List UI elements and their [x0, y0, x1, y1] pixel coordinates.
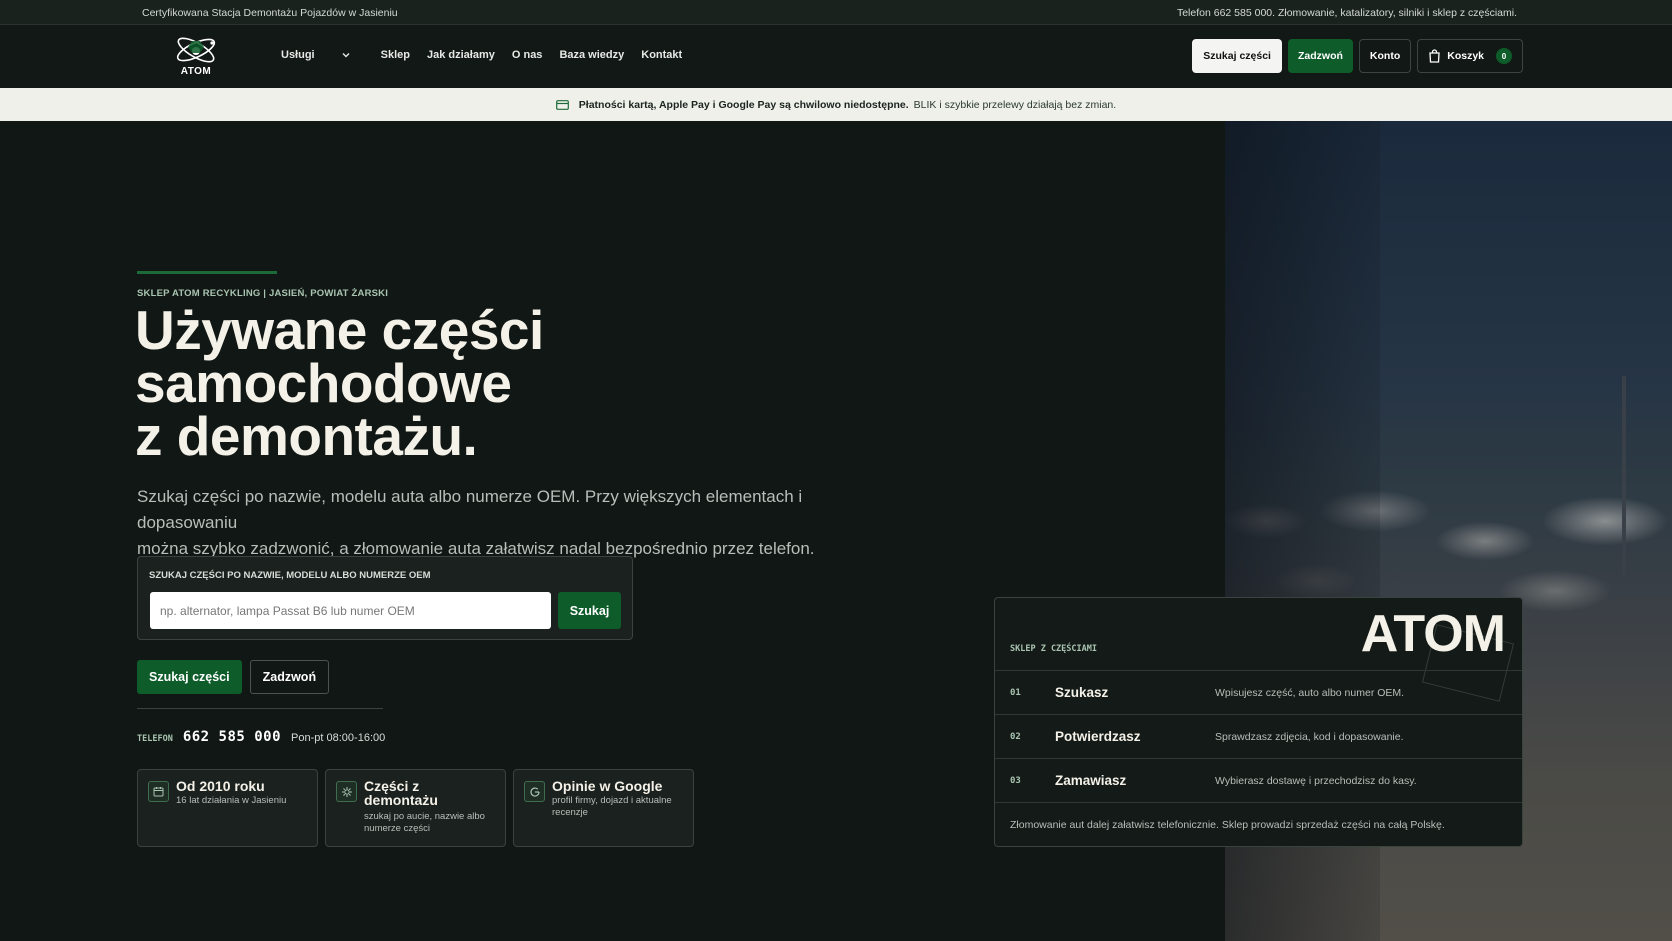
nav-call-button[interactable]: Zadzwoń [1287, 39, 1353, 73]
feature-title-line: Części z [364, 778, 420, 794]
notice-rest: BLIK i szybkie przelewy działają bez zmi… [913, 98, 1117, 111]
search-label: SZUKAJ CZĘŚCI PO NAZWIE, MODELU ALBO NUM… [149, 570, 431, 581]
chevron-down-icon [342, 53, 350, 58]
step-title: Potwierdzasz [1055, 729, 1141, 744]
step-number: 01 [1010, 688, 1021, 698]
feature-sub-line: numerze części [364, 823, 430, 834]
search-parts-button[interactable]: Szukaj części [137, 660, 242, 694]
hero-eyebrow: SKLEP ATOM RECYKLING | JASIEŃ, POWIAT ŻA… [137, 288, 389, 299]
parts-search-input[interactable] [150, 592, 551, 629]
nav-search-parts-button[interactable]: Szukaj części [1192, 39, 1282, 73]
card-footer-text: Złomowanie aut dalej załatwisz telefonic… [1010, 819, 1445, 831]
payment-notice: Płatności kartą, Apple Pay i Google Pay … [0, 88, 1672, 121]
steps-list: 01 Szukasz Wpisujesz część, auto albo nu… [995, 670, 1522, 802]
notice-bold: Płatności kartą, Apple Pay i Google Pay … [578, 98, 909, 111]
step-number: 03 [1010, 776, 1021, 786]
hero-title-line: Używane części [135, 299, 544, 361]
feature-subtitle: profil firmy, dojazd i aktualne recenzje [552, 795, 687, 819]
logo[interactable]: ATOM [170, 33, 222, 79]
card-label: SKLEP Z CZĘŚCIAMI [1010, 644, 1097, 654]
atom-logo-icon [176, 37, 216, 63]
nav-link-label: Usługi [281, 49, 315, 61]
feature-title-line: Od 2010 roku [176, 778, 265, 794]
feature-title: Części z demontażu [364, 779, 499, 807]
calendar-icon [148, 781, 169, 802]
step-description: Wpisujesz część, auto albo numer OEM. [1215, 687, 1405, 699]
top-info-left: Certyfikowana Stacja Demontażu Pojazdów … [142, 7, 398, 19]
hero-title-line: z demontażu. [135, 405, 478, 467]
nav-link-kontakt[interactable]: Kontakt [641, 49, 682, 61]
feature-sub-line: 16 lat działania w Jasieniu [176, 795, 287, 806]
feature-sub-line: recenzje [552, 807, 588, 818]
call-button[interactable]: Zadzwoń [249, 660, 330, 694]
step-description: Wybierasz dostawę i przechodzisz do kasy… [1215, 775, 1417, 787]
feature-card-google-reviews[interactable]: Opinie w Google profil firmy, dojazd i a… [513, 769, 694, 847]
feature-title-line: demontażu [364, 792, 438, 808]
parts-search-box: SZUKAJ CZĘŚCI PO NAZWIE, MODELU ALBO NUM… [137, 556, 633, 640]
step-item: 01 Szukasz Wpisujesz część, auto albo nu… [995, 670, 1522, 714]
hero-cta-row: Szukaj części Zadzwoń [137, 660, 337, 694]
logo-text: ATOM [180, 66, 212, 77]
google-icon [524, 781, 545, 802]
phone-row: TELEFON 662 585 000 Pon-pt 08:00-16:00 [137, 729, 385, 745]
parts-search-button[interactable]: Szukaj [558, 592, 621, 629]
feature-title: Od 2010 roku [176, 779, 311, 793]
card-footer: Złomowanie aut dalej załatwisz telefonic… [995, 802, 1522, 846]
feature-title: Opinie w Google [552, 779, 687, 793]
shop-steps-card: SKLEP Z CZĘŚCIAMI ATOM 01 Szukasz Wpisuj… [994, 597, 1523, 847]
accent-line [137, 271, 277, 274]
top-info-bar: Certyfikowana Stacja Demontażu Pojazdów … [0, 0, 1672, 25]
feature-card-since-2010: Od 2010 roku 16 lat działania w Jasieniu [137, 769, 318, 847]
feature-title-line: Opinie w Google [552, 778, 663, 794]
phone-number[interactable]: 662 585 000 [183, 729, 281, 745]
nav-cart-button[interactable]: Koszyk 0 [1417, 39, 1523, 73]
hero-title-line: samochodowe [135, 352, 512, 414]
hero-title: Używane części samochodowe z demontażu. [135, 299, 835, 467]
step-number: 02 [1010, 732, 1021, 742]
nav-links: Usługi Sklep Jak działamy O nas Baza wie… [281, 49, 699, 61]
feature-subtitle: szukaj po aucie, nazwie albo numerze czę… [364, 811, 499, 835]
nav-link-sklep[interactable]: Sklep [381, 49, 410, 61]
hero-divider [137, 708, 383, 709]
nav-account-button[interactable]: Konto [1358, 39, 1412, 73]
hero-description: Szukaj części po nazwie, modelu auta alb… [137, 484, 907, 562]
shopping-bag-icon [1429, 49, 1440, 63]
feature-sub-line: profil firmy, dojazd i aktualne [552, 795, 672, 806]
top-info-right: Telefon 662 585 000. Złomowanie, kataliz… [1176, 7, 1517, 19]
phone-label: TELEFON [137, 734, 173, 744]
feature-cards: Od 2010 roku 16 lat działania w Jasieniu… [137, 769, 701, 847]
feature-subtitle: 16 lat działania w Jasieniu [176, 795, 311, 807]
cart-count-badge: 0 [1496, 48, 1512, 64]
nav-link-baza-wiedzy[interactable]: Baza wiedzy [559, 49, 624, 61]
nav-link-o-nas[interactable]: O nas [512, 49, 543, 61]
card-brand: ATOM [1360, 605, 1506, 663]
step-item: 03 Zamawiasz Wybierasz dostawę i przecho… [995, 758, 1522, 802]
nav-link-jak-dzialamy[interactable]: Jak działamy [427, 49, 495, 61]
phone-hours: Pon-pt 08:00-16:00 [291, 732, 386, 744]
main-navbar: ATOM Usługi Sklep Jak działamy O nas Baz… [0, 25, 1672, 88]
step-item: 02 Potwierdzasz Sprawdzasz zdjęcia, kod … [995, 714, 1522, 758]
nav-link-uslugi[interactable]: Usługi [281, 49, 351, 61]
feature-sub-line: szukaj po aucie, nazwie albo [364, 811, 485, 822]
hero-desc-line: Szukaj części po nazwie, modelu auta alb… [137, 487, 803, 532]
gear-icon [336, 781, 357, 802]
step-description: Sprawdzasz zdjęcia, kod i dopasowanie. [1215, 731, 1404, 743]
feature-card-parts: Części z demontażu szukaj po aucie, nazw… [325, 769, 506, 847]
nav-actions: Szukaj części Zadzwoń Konto Koszyk 0 [1186, 39, 1523, 73]
step-title: Zamawiasz [1055, 773, 1127, 788]
cart-label: Koszyk [1447, 50, 1484, 62]
step-title: Szukasz [1055, 685, 1109, 700]
credit-card-icon [555, 99, 569, 110]
